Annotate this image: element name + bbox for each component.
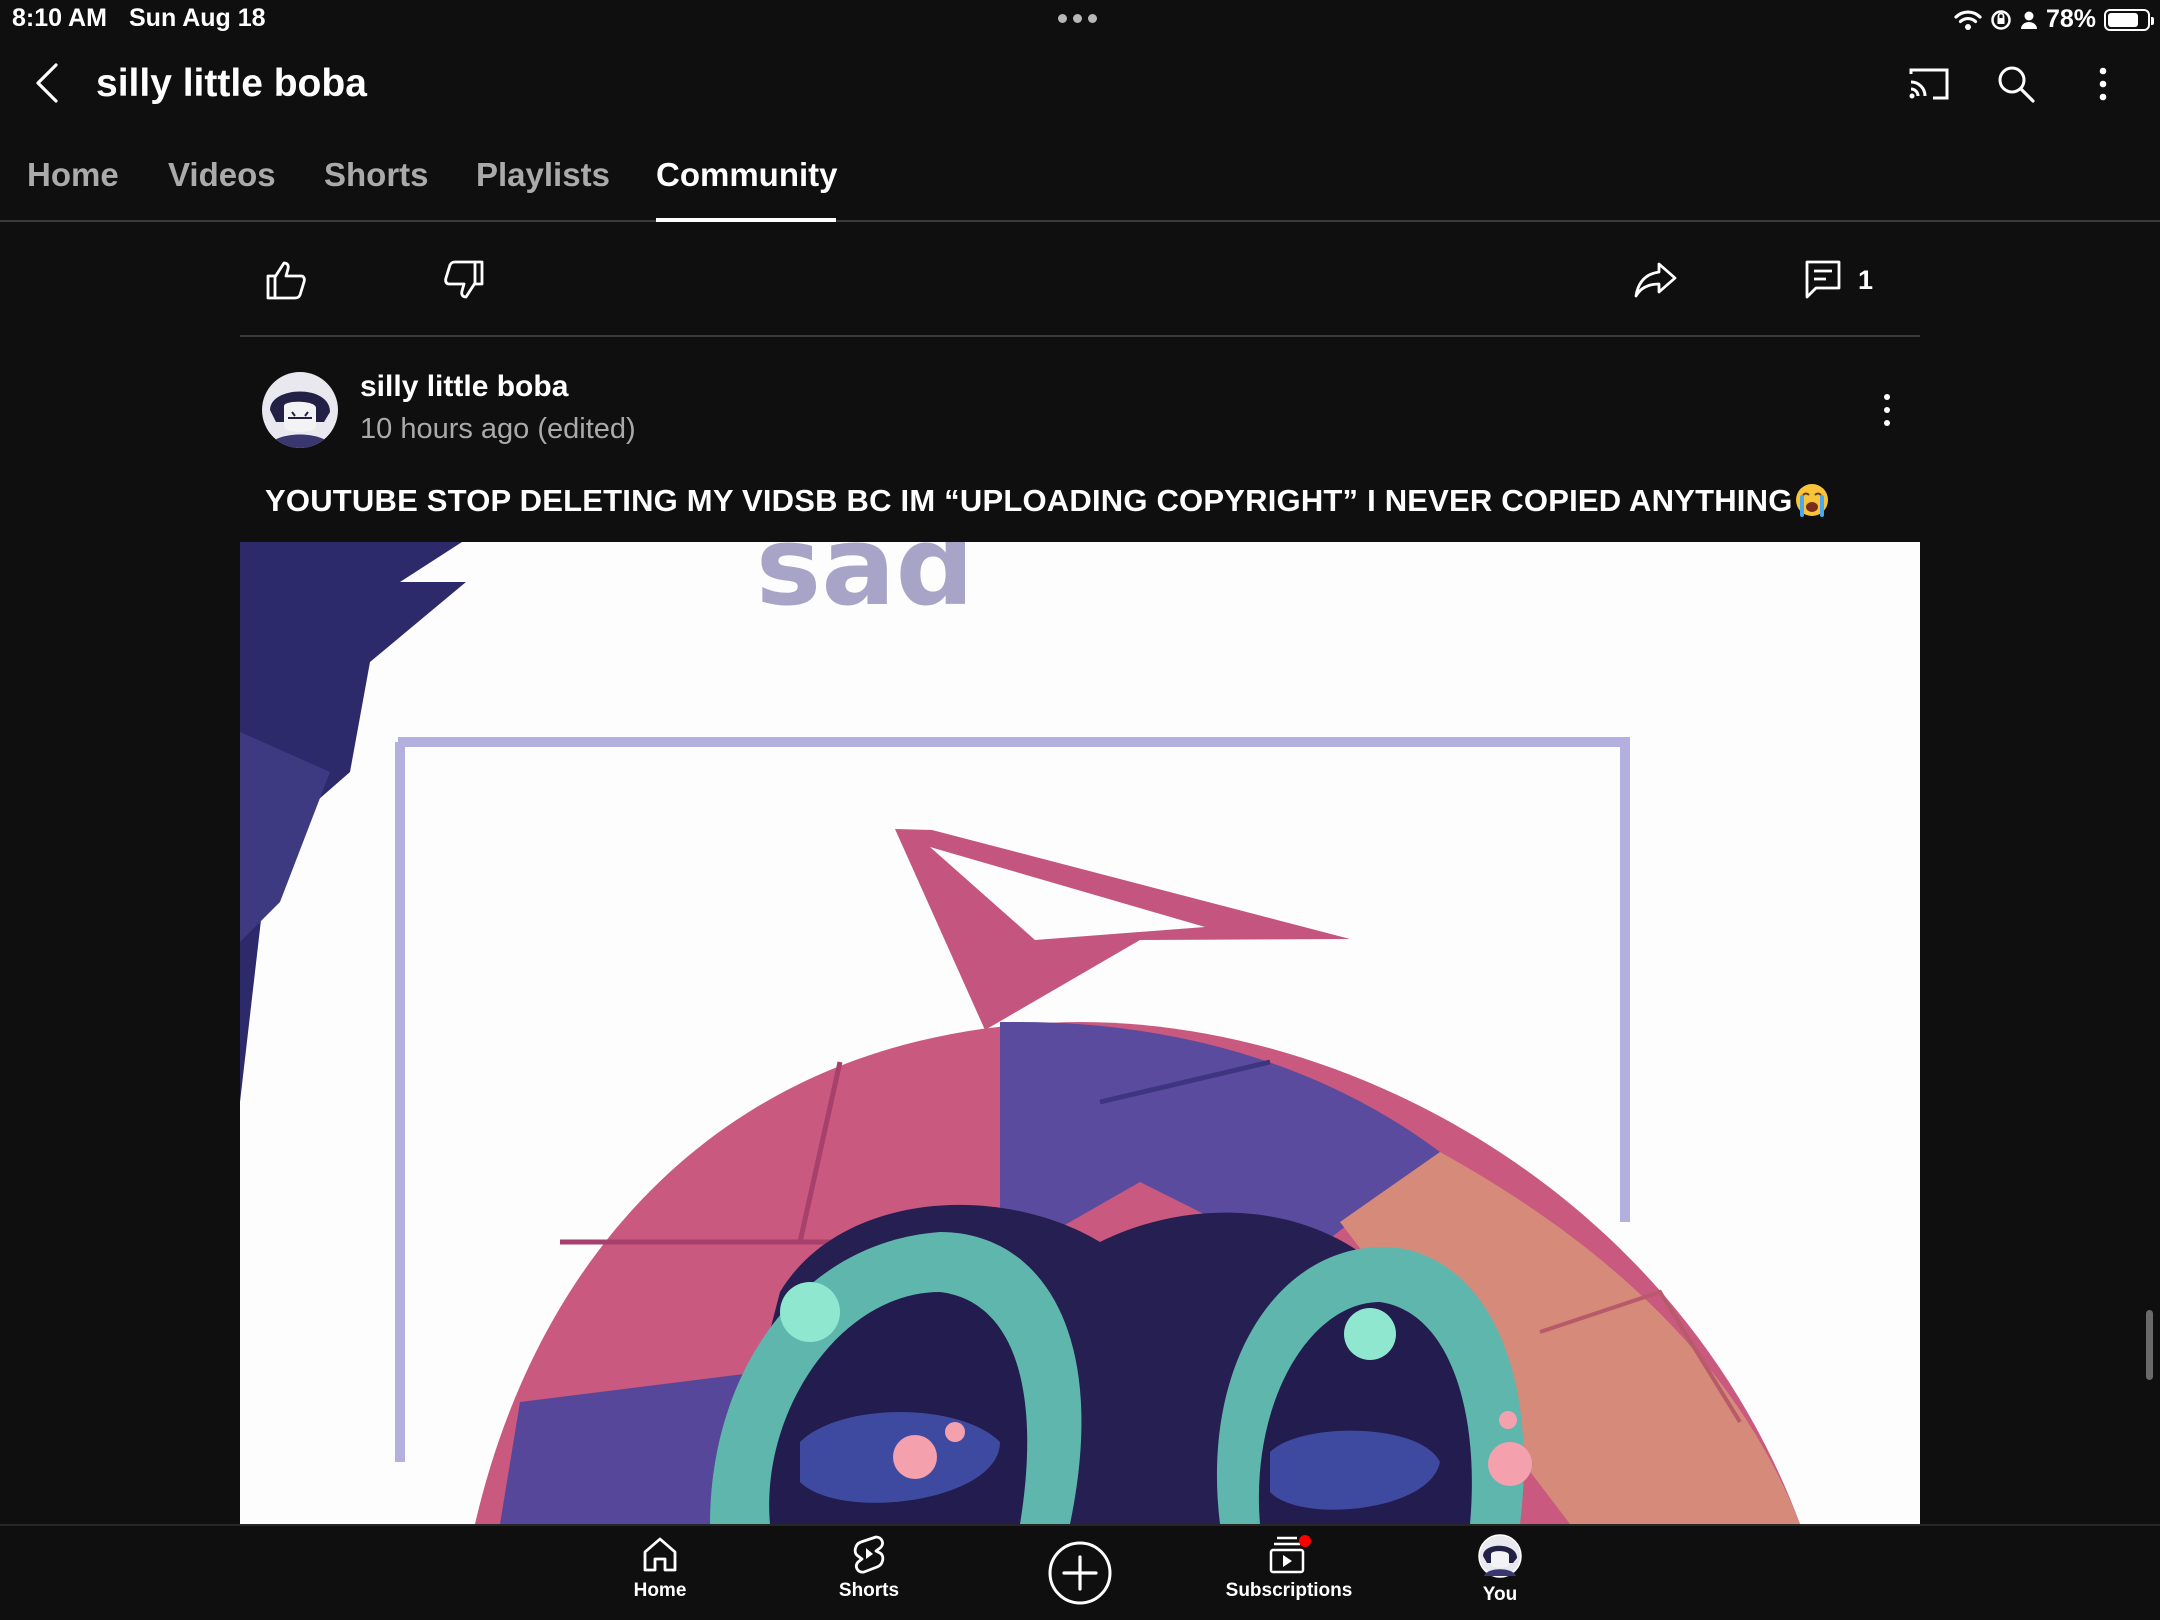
status-indicators: 78% (1954, 5, 2154, 34)
cast-button[interactable] (1903, 58, 1955, 110)
share-button[interactable] (1628, 252, 1684, 308)
more-options-button[interactable] (2077, 58, 2129, 110)
plus-circle-icon (1048, 1541, 1112, 1605)
tab-shorts[interactable]: Shorts (324, 156, 429, 194)
user-avatar-icon (1478, 1534, 1522, 1578)
channel-title: silly little boba (96, 62, 367, 105)
screen-lock-rotation-icon (1991, 9, 2011, 30)
post-image[interactable]: sad (240, 542, 1920, 1524)
thumbs-down-icon (444, 260, 484, 299)
post-text: YOUTUBE STOP DELETING MY VIDSB BC IM “UP… (265, 483, 1829, 519)
nav-shorts-label: Shorts (838, 1580, 900, 1601)
nav-subscriptions-label: Subscriptions (1225, 1580, 1353, 1601)
scrollbar[interactable] (2146, 1310, 2153, 1380)
person-icon (2020, 11, 2037, 29)
status-date: Sun Aug 18 (129, 4, 266, 32)
shorts-icon (853, 1535, 885, 1574)
status-time: 8:10 AM (12, 4, 107, 32)
home-icon (643, 1537, 677, 1572)
back-arrow-icon (36, 63, 58, 103)
nav-you[interactable]: You (1420, 1534, 1580, 1606)
post-author-name[interactable]: silly little boba (360, 370, 568, 404)
comments-button[interactable]: 1 (1804, 252, 1873, 308)
nav-shorts[interactable]: Shorts (789, 1534, 949, 1602)
comment-icon (1805, 260, 1841, 299)
loudly-crying-face-emoji-icon (1795, 484, 1828, 517)
nav-home-label: Home (633, 1580, 687, 1601)
dislike-button[interactable] (436, 252, 492, 308)
battery-level-fill (2108, 12, 2138, 27)
post-author-avatar[interactable] (262, 372, 338, 448)
image-caption-text: sad (756, 542, 974, 630)
battery-icon (2104, 8, 2154, 31)
create-button[interactable] (1040, 1540, 1120, 1606)
post-menu-button[interactable] (1872, 384, 1902, 436)
channel-tabs: Home Videos Shorts Playlists Community (0, 148, 2160, 222)
nav-home[interactable]: Home (580, 1534, 740, 1602)
bottom-navigation: Home Shorts Subscriptions You (0, 1524, 2160, 1620)
notification-dot (1299, 1535, 1311, 1547)
like-button[interactable] (258, 252, 314, 308)
nav-you-label: You (1482, 1584, 1518, 1605)
tab-videos[interactable]: Videos (168, 156, 276, 194)
share-icon (1634, 262, 1677, 298)
nav-subscriptions[interactable]: Subscriptions (1209, 1534, 1369, 1602)
wifi-icon (1954, 9, 1982, 30)
back-button[interactable] (22, 55, 72, 111)
divider (240, 335, 1920, 337)
search-icon (1998, 66, 2035, 103)
multitasking-dots-icon[interactable] (1058, 14, 1097, 23)
more-vertical-icon (1884, 394, 1890, 426)
tab-home[interactable]: Home (27, 156, 119, 194)
post-text-content: YOUTUBE STOP DELETING MY VIDSB BC IM “UP… (265, 483, 1793, 518)
status-bar: 8:10 AM Sun Aug 18 78% (0, 0, 2160, 40)
search-button[interactable] (1990, 58, 2042, 110)
active-tab-indicator (656, 218, 836, 222)
more-vertical-icon (2099, 67, 2107, 101)
comments-count: 1 (1858, 264, 1874, 295)
subscriptions-icon (1269, 1535, 1311, 1574)
post-timestamp: 10 hours ago (edited) (360, 413, 636, 445)
tab-community[interactable]: Community (656, 156, 838, 194)
thumbs-up-icon (266, 261, 306, 300)
battery-percentage: 78% (2045, 5, 2096, 33)
tab-playlists[interactable]: Playlists (476, 156, 610, 194)
cast-icon (1909, 68, 1949, 100)
